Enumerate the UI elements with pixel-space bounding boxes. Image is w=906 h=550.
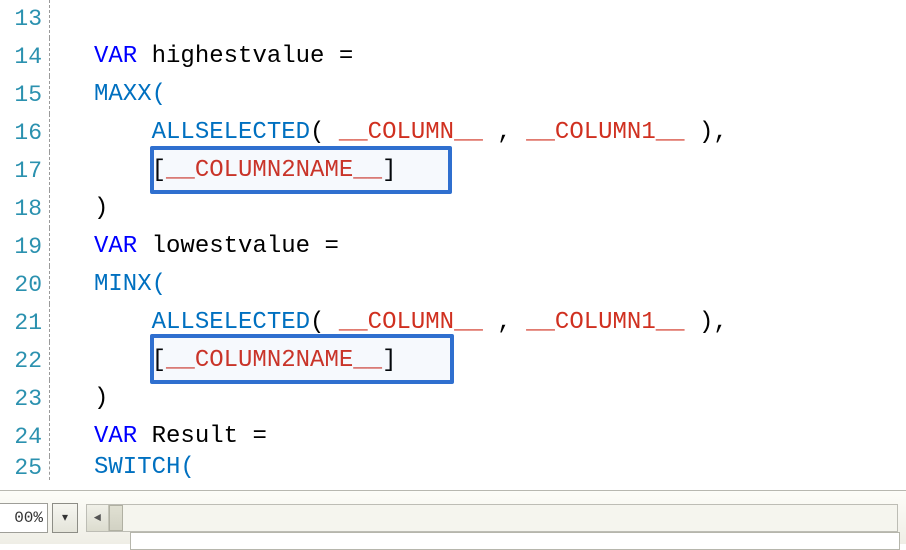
code-line[interactable]: 14 VAR highestvalue = [0, 38, 728, 76]
code-text[interactable]: ALLSELECTED( __COLUMN__ , __COLUMN1__ ), [94, 304, 728, 342]
line-number: 25 [0, 456, 48, 480]
triangle-left-icon: ◄ [94, 511, 101, 525]
gutter-separator [48, 342, 50, 380]
code-line[interactable]: 18 ) [0, 190, 728, 228]
paren: ), [685, 309, 728, 336]
scroll-left-button[interactable]: ◄ [87, 505, 109, 531]
code-editor[interactable]: 13 14 VAR highestvalue = 15 MAXX( 16 ALL… [0, 0, 906, 490]
code-line[interactable]: 25 SWITCH( [0, 456, 728, 480]
line-number: 16 [0, 114, 48, 152]
bracket: ] [382, 347, 396, 374]
line-number: 23 [0, 380, 48, 418]
template-placeholder: __COLUMN__ [339, 309, 483, 336]
code-line[interactable]: 21 ALLSELECTED( __COLUMN__ , __COLUMN1__… [0, 304, 728, 342]
paren: ) [94, 195, 108, 222]
zoom-dropdown-button[interactable]: ▾ [52, 503, 78, 533]
code-text[interactable]: VAR lowestvalue = [94, 228, 339, 266]
code-text[interactable]: SWITCH( [94, 456, 195, 480]
code-text[interactable]: VAR Result = [94, 418, 267, 456]
code-text[interactable]: ALLSELECTED( __COLUMN__ , __COLUMN1__ ), [94, 114, 728, 152]
bracket: [ [152, 157, 166, 184]
code-text[interactable]: MINX( [94, 266, 166, 304]
gutter-separator [48, 380, 50, 418]
code-line[interactable]: 16 ALLSELECTED( __COLUMN__ , __COLUMN1__… [0, 114, 728, 152]
identifier: Result = [137, 423, 267, 450]
identifier: highestvalue = [137, 43, 353, 70]
func-allselected: ALLSELECTED [152, 309, 310, 336]
code-text[interactable]: [__COLUMN2NAME__] [94, 152, 396, 190]
template-placeholder: __COLUMN1__ [526, 119, 684, 146]
gutter-separator [48, 190, 50, 228]
chevron-down-icon: ▾ [62, 510, 68, 525]
gutter-separator [48, 304, 50, 342]
code-line[interactable]: 17 [__COLUMN2NAME__] [0, 152, 728, 190]
keyword-var: VAR [94, 423, 137, 450]
code-line[interactable]: 19 VAR lowestvalue = [0, 228, 728, 266]
bracket: ] [382, 157, 396, 184]
line-number: 15 [0, 76, 48, 114]
gutter-separator [48, 114, 50, 152]
bottom-panel-edge [130, 532, 900, 550]
gutter-separator [48, 418, 50, 456]
template-placeholder: __COLUMN__ [339, 119, 483, 146]
line-number: 17 [0, 152, 48, 190]
template-placeholder: __COLUMN1__ [526, 309, 684, 336]
template-placeholder: __COLUMN2NAME__ [166, 157, 382, 184]
line-number: 20 [0, 266, 48, 304]
comma: , [483, 309, 526, 336]
gutter-separator [48, 152, 50, 190]
code-text[interactable]: [__COLUMN2NAME__] [94, 342, 396, 380]
gutter-separator [48, 0, 50, 38]
paren: ( [310, 309, 339, 336]
func-switch: SWITCH( [94, 454, 195, 481]
identifier: lowestvalue = [137, 233, 339, 260]
code-line[interactable]: 24 VAR Result = [0, 418, 728, 456]
scroll-thumb[interactable] [109, 505, 123, 531]
comma: , [483, 119, 526, 146]
line-number: 24 [0, 418, 48, 456]
func-allselected: ALLSELECTED [152, 119, 310, 146]
line-number: 14 [0, 38, 48, 76]
gutter-separator [48, 76, 50, 114]
line-number: 18 [0, 190, 48, 228]
paren: ), [685, 119, 728, 146]
code-line[interactable]: 22 [__COLUMN2NAME__] [0, 342, 728, 380]
paren: ) [94, 385, 108, 412]
code-line[interactable]: 13 [0, 0, 728, 38]
keyword-var: VAR [94, 233, 137, 260]
paren: ( [310, 119, 339, 146]
gutter-separator [48, 228, 50, 266]
template-placeholder: __COLUMN2NAME__ [166, 347, 382, 374]
keyword-var: VAR [94, 43, 137, 70]
bracket: [ [152, 347, 166, 374]
func-minx: MINX( [94, 271, 166, 298]
gutter-separator [48, 38, 50, 76]
line-number: 21 [0, 304, 48, 342]
zoom-input[interactable] [0, 503, 48, 533]
horizontal-scrollbar[interactable]: ◄ [86, 504, 898, 532]
func-maxx: MAXX( [94, 81, 166, 108]
code-line[interactable]: 15 MAXX( [0, 76, 728, 114]
gutter-separator [48, 456, 50, 480]
code-line[interactable]: 23 ) [0, 380, 728, 418]
code-text[interactable]: ) [94, 380, 108, 418]
line-number: 22 [0, 342, 48, 380]
line-number: 19 [0, 228, 48, 266]
code-text[interactable]: VAR highestvalue = [94, 38, 353, 76]
line-number: 13 [0, 0, 48, 38]
code-text[interactable]: ) [94, 190, 108, 228]
code-text[interactable]: MAXX( [94, 76, 166, 114]
gutter-separator [48, 266, 50, 304]
code-line[interactable]: 20 MINX( [0, 266, 728, 304]
